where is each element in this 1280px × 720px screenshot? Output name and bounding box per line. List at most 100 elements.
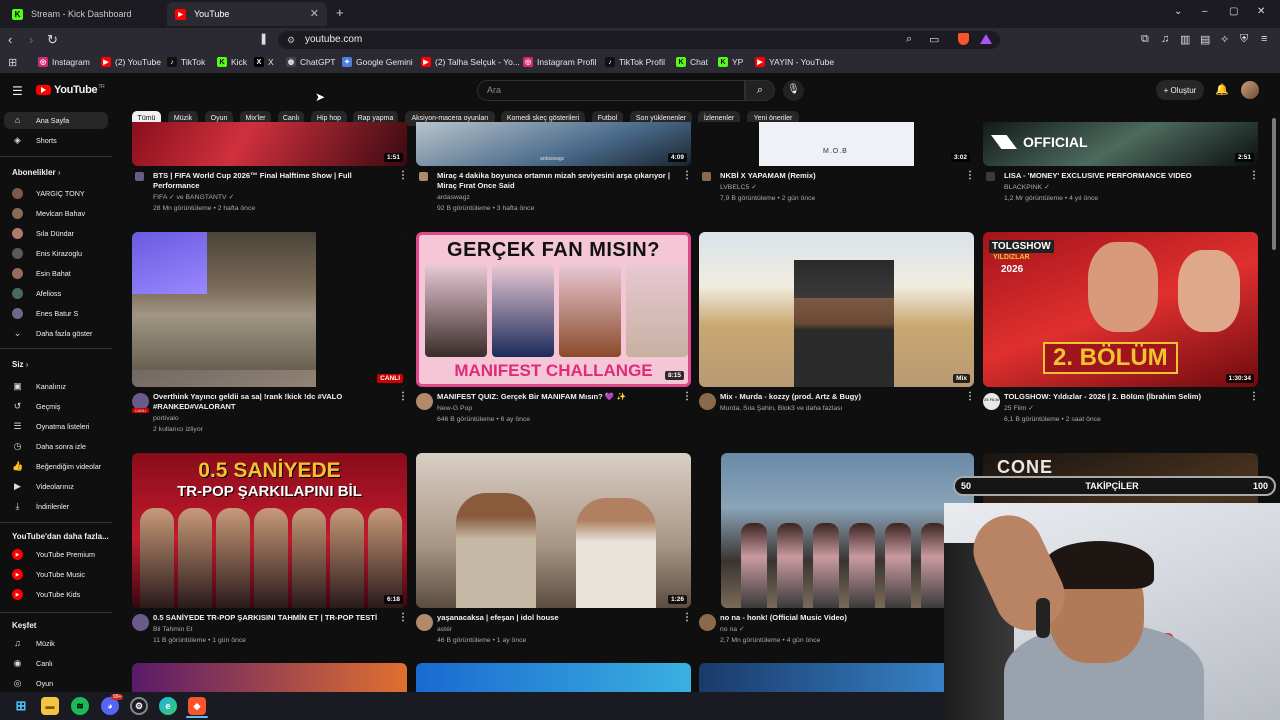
maximize-icon[interactable]: ▢ — [1229, 6, 1238, 17]
channel-name[interactable]: LVBELC5 ✓ — [720, 182, 757, 193]
sidebar-item-youtube-app[interactable]: ▶ YouTube Music — [12, 569, 85, 580]
channel-name[interactable]: ardaswagz — [437, 192, 470, 203]
video-thumbnail[interactable]: OFFICIAL 2:51 — [983, 122, 1258, 166]
sidebar-item-subscription[interactable]: Mevlcan Bahav — [12, 208, 85, 219]
bookmark-item[interactable]: ▶ YAYIN - YouTube — [755, 57, 834, 67]
brave-rewards-icon[interactable] — [980, 34, 992, 44]
video-thumbnail[interactable]: 1:51 — [132, 122, 407, 166]
more-actions-icon[interactable]: ⋮ — [398, 391, 408, 402]
video-thumbnail[interactable]: 1:26 — [416, 453, 691, 608]
sidebar-icon[interactable]: ▥ — [1180, 33, 1190, 46]
sidebar-item-subscription[interactable]: Sıla Dündar — [12, 228, 74, 239]
video-title[interactable]: Miraç 4 dakika boyunca ortamın mizah sev… — [437, 171, 677, 191]
video-title[interactable]: no na - honk! (Official Music Video) — [720, 613, 960, 623]
video-title[interactable]: NKBİ X YAPAMAM (Remix) — [720, 171, 960, 181]
more-actions-icon[interactable]: ⋮ — [1249, 170, 1259, 181]
video-thumbnail[interactable] — [416, 663, 691, 692]
sidebar-item-shorts[interactable]: ◈ Shorts — [12, 135, 57, 146]
video-title[interactable]: 0.5 SANİYEDE TR-POP ŞARKISINI TAHMİN ET … — [153, 613, 393, 623]
media-icon[interactable]: ♫ — [1161, 33, 1169, 45]
video-thumbnail[interactable] — [132, 663, 407, 692]
steam-icon[interactable]: ⚙ — [130, 697, 148, 715]
more-actions-icon[interactable]: ⋮ — [1249, 391, 1259, 402]
more-actions-icon[interactable]: ⋮ — [682, 170, 692, 181]
video-title[interactable]: LISA - 'MONEY' EXCLUSIVE PERFORMANCE VID… — [1004, 171, 1244, 181]
channel-name[interactable]: FIFA ✓ ve BANGTANTV ✓ — [153, 192, 234, 203]
video-title[interactable]: MANIFEST QUIZ: Gerçek Bir MANIFAM Mısın?… — [437, 392, 677, 402]
more-actions-icon[interactable]: ⋮ — [965, 170, 975, 181]
url-text[interactable]: youtube.com — [305, 34, 362, 45]
forward-icon[interactable]: › — [29, 32, 33, 47]
show-more-button[interactable]: ⌄ Daha fazla göster — [12, 328, 93, 339]
sidebar-item-you[interactable]: ⤓ İndirilenler — [12, 501, 70, 512]
video-title[interactable]: Overthink Yayıncı geldii sa sa| !rank !k… — [153, 392, 393, 412]
sidebar-item-explore[interactable]: ◎ Oyun — [12, 678, 54, 689]
video-title[interactable]: BTS | FIFA World Cup 2026™ Final Halftim… — [153, 171, 393, 191]
bookmark-item[interactable]: XX — [254, 57, 274, 67]
channel-avatar[interactable] — [416, 614, 433, 631]
more-actions-icon[interactable]: ⋮ — [682, 612, 692, 623]
channel-avatar[interactable] — [699, 614, 716, 631]
bookmark-item[interactable]: ♪ TikTok — [167, 57, 205, 67]
bookmark-item[interactable]: ♪ TikTok Profil — [605, 57, 665, 67]
sidebar-item-subscription[interactable]: Afelioss — [12, 288, 61, 299]
sidebar-item-subscription[interactable]: Enis Kirazoglu — [12, 248, 82, 259]
address-bar[interactable] — [278, 31, 1000, 49]
close-window-icon[interactable]: ✕ — [1257, 6, 1265, 17]
back-icon[interactable]: ‹ — [8, 32, 12, 47]
video-thumbnail[interactable] — [721, 453, 974, 608]
site-info-icon[interactable]: ⚙ — [287, 35, 295, 46]
apps-grid-icon[interactable]: ⊞ — [8, 56, 17, 69]
video-title[interactable]: yaşanacaksa | efeşan | idol house — [437, 613, 677, 623]
more-actions-icon[interactable]: ⋮ — [398, 612, 408, 623]
bookmark-item[interactable]: ◍ ChatGPT — [286, 57, 335, 67]
sidebar-item-you[interactable]: 👍 Beğendiğim videolar — [12, 461, 101, 472]
channel-name[interactable]: Bil Tahmin Et — [153, 624, 193, 635]
sidebar-item-you[interactable]: ☰ Oynatma listeleri — [12, 421, 89, 432]
channel-name[interactable]: astér — [437, 624, 452, 635]
channel-avatar[interactable]: CANLI — [132, 393, 149, 413]
bookmark-item[interactable]: K Chat — [676, 57, 708, 67]
bookmark-item[interactable]: K Kick — [217, 57, 247, 67]
vpn-icon[interactable]: ⛨ — [1240, 33, 1248, 46]
create-button[interactable]: + Oluştur — [1156, 80, 1204, 100]
channel-name[interactable]: portivalo — [153, 413, 179, 424]
bookmark-item[interactable]: ◎ Instagram — [38, 57, 90, 67]
bookmark-item[interactable]: K YP — [718, 57, 743, 67]
video-thumbnail[interactable]: GERÇEK FAN MISIN? MANIFEST CHALLANGE 8:15 — [416, 232, 691, 387]
video-thumbnail[interactable] — [699, 663, 974, 692]
bookmark-item[interactable]: ▶ (2) YouTube — [101, 57, 161, 67]
brave-icon[interactable]: ◆ — [188, 697, 206, 715]
file-explorer-icon[interactable]: ▬ — [41, 697, 59, 715]
notifications-bell-icon[interactable]: 🔔 — [1215, 83, 1229, 96]
channel-name[interactable]: BLACKPINK ✓ — [1004, 182, 1050, 193]
you-header[interactable]: Siz › — [12, 360, 28, 369]
channel-avatar[interactable] — [419, 172, 428, 181]
bookmark-icon[interactable]: ❚ — [259, 32, 268, 45]
channel-avatar[interactable] — [135, 172, 144, 181]
more-actions-icon[interactable]: ⋮ — [682, 391, 692, 402]
zoom-icon[interactable]: ⌕ — [906, 33, 912, 46]
channel-avatar[interactable] — [132, 614, 149, 631]
channel-avatar[interactable] — [416, 393, 433, 410]
video-title[interactable]: TOLGSHOW: Yıldızlar - 2026 | 2. Bölüm (İ… — [1004, 392, 1244, 402]
minimize-icon[interactable]: – — [1202, 6, 1208, 17]
channel-name[interactable]: Murda, Sıla Şahin, Blok3 ve daha fazlası — [720, 403, 842, 414]
bookmark-item[interactable]: ▶ (2) Talha Selçuk - Yo... — [421, 57, 520, 67]
sidebar-item-home[interactable]: ⌂ Ana Sayfa — [12, 115, 69, 125]
channel-name[interactable]: New-G Pop — [437, 403, 472, 414]
search-button[interactable]: ⌕ — [745, 80, 775, 101]
channel-name[interactable]: 25 Film ✓ — [1004, 403, 1034, 414]
windows-start-icon[interactable]: ⊞ — [12, 697, 30, 715]
reload-icon[interactable]: ↻ — [47, 32, 58, 48]
sidebar-item-youtube-app[interactable]: ▶ YouTube Premium — [12, 549, 95, 560]
tab-kick-dashboard[interactable]: K Stream - Kick Dashboard — [4, 2, 168, 26]
more-actions-icon[interactable]: ⋮ — [965, 391, 975, 402]
video-thumbnail[interactable]: M.O.B 3:02 — [699, 122, 974, 166]
video-thumbnail[interactable]: CANLI — [132, 232, 407, 387]
bookmark-item[interactable]: ◎ Instagram Profil — [523, 57, 597, 67]
sidebar-item-explore[interactable]: ◉ Canlı — [12, 658, 53, 669]
sidebar-item-subscription[interactable]: Esin Bahat — [12, 268, 71, 279]
cast-icon[interactable]: ▭ — [929, 33, 939, 46]
channel-avatar[interactable] — [699, 393, 716, 410]
